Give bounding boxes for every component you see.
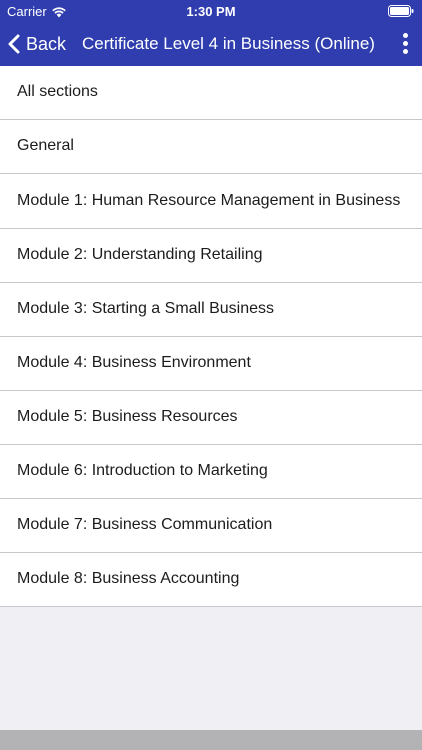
status-bar: Carrier 1:30 PM	[0, 0, 422, 22]
bottom-bar	[0, 730, 422, 750]
list-item-module-8[interactable]: Module 8: Business Accounting	[0, 553, 422, 607]
list-item-module-7[interactable]: Module 7: Business Communication	[0, 499, 422, 553]
more-vertical-icon[interactable]	[398, 31, 412, 57]
list-item-module-2[interactable]: Module 2: Understanding Retailing	[0, 229, 422, 283]
back-button[interactable]: Back	[0, 22, 66, 66]
list-item-module-6[interactable]: Module 6: Introduction to Marketing	[0, 445, 422, 499]
list-item-module-1[interactable]: Module 1: Human Resource Management in B…	[0, 174, 422, 229]
list-item-all-sections[interactable]: All sections	[0, 66, 422, 120]
list-item-module-5[interactable]: Module 5: Business Resources	[0, 391, 422, 445]
chevron-left-icon	[8, 34, 20, 54]
battery-icon	[388, 5, 414, 17]
list-item-module-4[interactable]: Module 4: Business Environment	[0, 337, 422, 391]
navigation-bar: Back Certificate Level 4 in Business (On…	[0, 22, 422, 66]
page-title: Certificate Level 4 in Business (Online)	[82, 34, 375, 53]
back-label: Back	[26, 33, 67, 54]
list-item-general[interactable]: General	[0, 120, 422, 174]
status-time: 1:30 PM	[186, 4, 236, 19]
header: Carrier 1:30 PM Back Certificate Level 4…	[0, 0, 422, 66]
list-item-module-3[interactable]: Module 3: Starting a Small Business	[0, 283, 422, 337]
section-list: All sections General Module 1: Human Res…	[0, 66, 422, 607]
